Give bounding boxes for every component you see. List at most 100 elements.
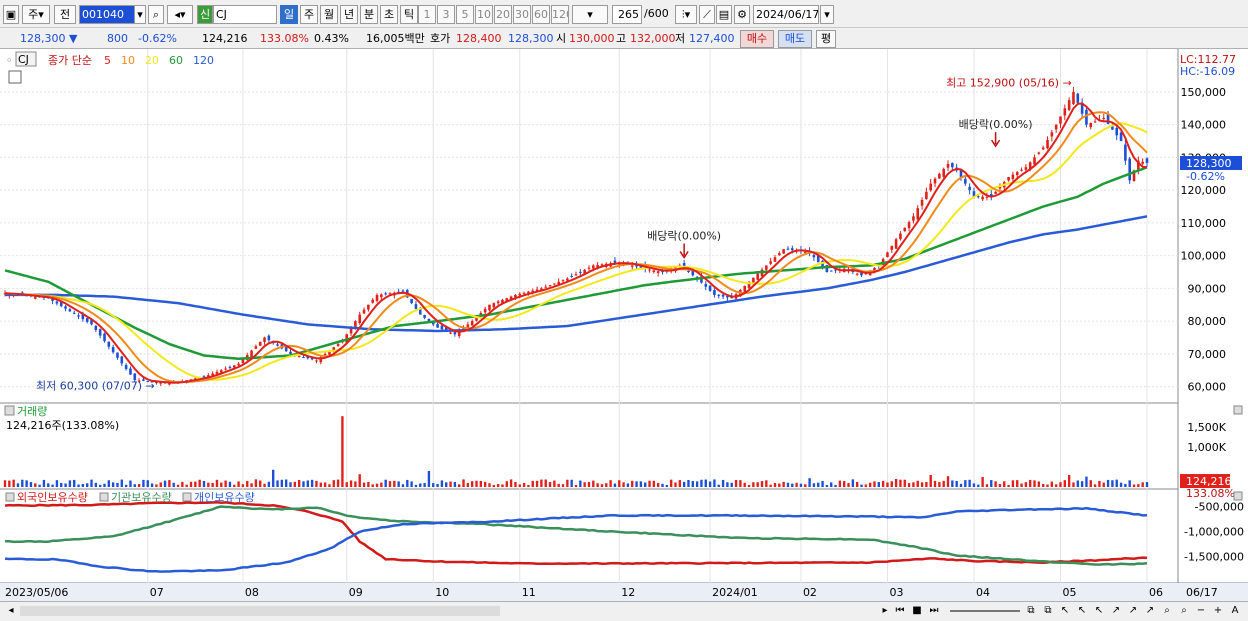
plus-icon[interactable]: + [1211, 604, 1225, 618]
code-input[interactable]: 001040 [79, 5, 135, 24]
tab-interval-1[interactable]: 1 [418, 5, 436, 24]
zoom-tool-icon[interactable]: ⌕ [1160, 604, 1174, 618]
volume-bar [855, 481, 859, 487]
zoom-in-icon[interactable]: ⌕ [1177, 604, 1191, 618]
candle-body [518, 293, 522, 296]
arrow-tool-icon[interactable]: ↖ [1075, 604, 1089, 618]
zoom-slider[interactable] [950, 610, 1020, 612]
tab-interval-10[interactable]: 10 [475, 5, 493, 24]
tab-period-5[interactable]: 초 [380, 5, 398, 24]
search-icon[interactable]: ⌕ [148, 5, 164, 24]
sell-button[interactable]: 매도 [778, 30, 812, 48]
arrow2-tool-icon[interactable]: ↖ [1092, 604, 1106, 618]
candle-body [1011, 174, 1015, 179]
volume-bar [345, 482, 348, 487]
volume-bar [769, 484, 772, 487]
x-tick-label: 03 [889, 586, 903, 599]
tab-interval-3[interactable]: 3 [437, 5, 455, 24]
cursor-icon[interactable]: ↖ [1058, 604, 1072, 618]
tab-period-4[interactable]: 분 [360, 5, 378, 24]
volume-bar [1128, 480, 1131, 487]
type-select[interactable]: 주▾ [22, 5, 50, 24]
table-icon [8, 70, 22, 84]
volume-pane-icon [4, 405, 15, 416]
volume-bar [1089, 480, 1092, 487]
candle-body [613, 260, 617, 263]
candle-body [276, 344, 279, 346]
play-icon[interactable]: ▸ [878, 604, 892, 618]
volume-bar [280, 479, 284, 487]
x-tick-label: 08 [245, 586, 259, 599]
tab-period-0[interactable]: 일 [280, 5, 298, 24]
rewind-icon[interactable]: ⏮ [893, 604, 907, 618]
pen-tool-icon[interactable]: ↗ [1109, 604, 1123, 618]
candle-body [414, 304, 418, 309]
tab-period-3[interactable]: 년 [340, 5, 358, 24]
dividend-label: 배당락(0.00%) [647, 229, 721, 242]
volume-bar [16, 483, 20, 487]
sound-icon[interactable]: ◂▾ [167, 5, 193, 24]
volume-bar [29, 482, 33, 487]
gear-icon[interactable]: ⚙ [734, 5, 750, 24]
calendar-icon[interactable]: ▾ [820, 5, 834, 24]
volume-bar [990, 480, 993, 487]
forward-icon[interactable]: ⏭ [927, 604, 941, 618]
buy-button[interactable]: 매수 [740, 30, 774, 48]
code-dropdown-icon[interactable]: ▾ [134, 5, 146, 24]
volume-bar [540, 479, 543, 487]
stop-icon[interactable]: ■ [910, 604, 924, 618]
date-input[interactable]: 2024/06/17 [753, 5, 819, 24]
tab-interval-20[interactable]: 20 [494, 5, 512, 24]
tab-interval-120[interactable]: 120 [551, 5, 569, 24]
tab-period-1[interactable]: 주 [300, 5, 318, 24]
shin-badge[interactable]: 신 [197, 5, 213, 24]
tab-interval-30[interactable]: 30 [513, 5, 531, 24]
scroll-bar[interactable]: ◂ ▸ ⏮ ■ ⏭ ⧉ ⧉ ↖ ↖ ↖ ↗ ↗ ↗ ⌕ ⌕ − + A [0, 601, 1248, 621]
price-text: 128,300 [20, 32, 66, 45]
tab-interval-5[interactable]: 5 [456, 5, 474, 24]
tab-period-2[interactable]: 월 [320, 5, 338, 24]
candle-body [224, 368, 227, 370]
volume-bar [561, 484, 565, 487]
volume-bar [198, 479, 201, 487]
interval-dropdown[interactable]: ▾ [572, 5, 608, 24]
layout-icon[interactable]: ▣ [3, 5, 19, 24]
layers-icon[interactable]: ⧉ [1041, 604, 1055, 618]
low-annotation: 최저 60,300 (07/07) → [36, 380, 155, 393]
volume-bar [176, 484, 180, 487]
chart-type-icon[interactable]: ⫶▾ [675, 5, 697, 24]
volume-bar [860, 484, 863, 487]
volume-bar [1106, 479, 1110, 487]
volume-bar [821, 480, 824, 487]
candle-body [717, 294, 721, 296]
scroll-left-icon[interactable]: ◂ [4, 604, 18, 618]
prefix-button[interactable]: 전 [54, 5, 76, 24]
candle-body [1141, 161, 1144, 164]
candle-body [1085, 109, 1088, 125]
candle-body [1119, 132, 1123, 142]
volume-bar [579, 480, 582, 487]
volume-bar [47, 483, 50, 487]
volume-bar [605, 483, 608, 487]
volume-bar [397, 481, 400, 487]
candle-body [1089, 123, 1093, 128]
volume-bar [574, 485, 578, 487]
save-icon[interactable]: ▤ [716, 5, 732, 24]
minus-icon[interactable]: − [1194, 604, 1208, 618]
volume-bar [843, 481, 846, 487]
tab-period-6[interactable]: 틱 [400, 5, 418, 24]
candle-body [630, 265, 634, 267]
extra-button[interactable]: 평 [816, 30, 836, 48]
candle-body [570, 276, 573, 278]
copy-icon[interactable]: ⧉ [1024, 604, 1038, 618]
scroll-thumb[interactable] [20, 606, 500, 616]
text-size-icon[interactable]: A [1228, 604, 1242, 618]
tab-interval-60[interactable]: 60 [532, 5, 550, 24]
count-total: /600 [644, 7, 669, 20]
chart-area[interactable]: 거래량124,216주(133.08%) 외국인보유수량 기관보유수량 개인보유수량… [0, 49, 1248, 601]
marker-tool-icon[interactable]: ↗ [1126, 604, 1140, 618]
brush-tool-icon[interactable]: ↗ [1143, 604, 1157, 618]
draw-icon[interactable]: ⟋ [699, 5, 715, 24]
candle-body [752, 277, 755, 283]
count-input[interactable]: 265 [612, 5, 642, 24]
